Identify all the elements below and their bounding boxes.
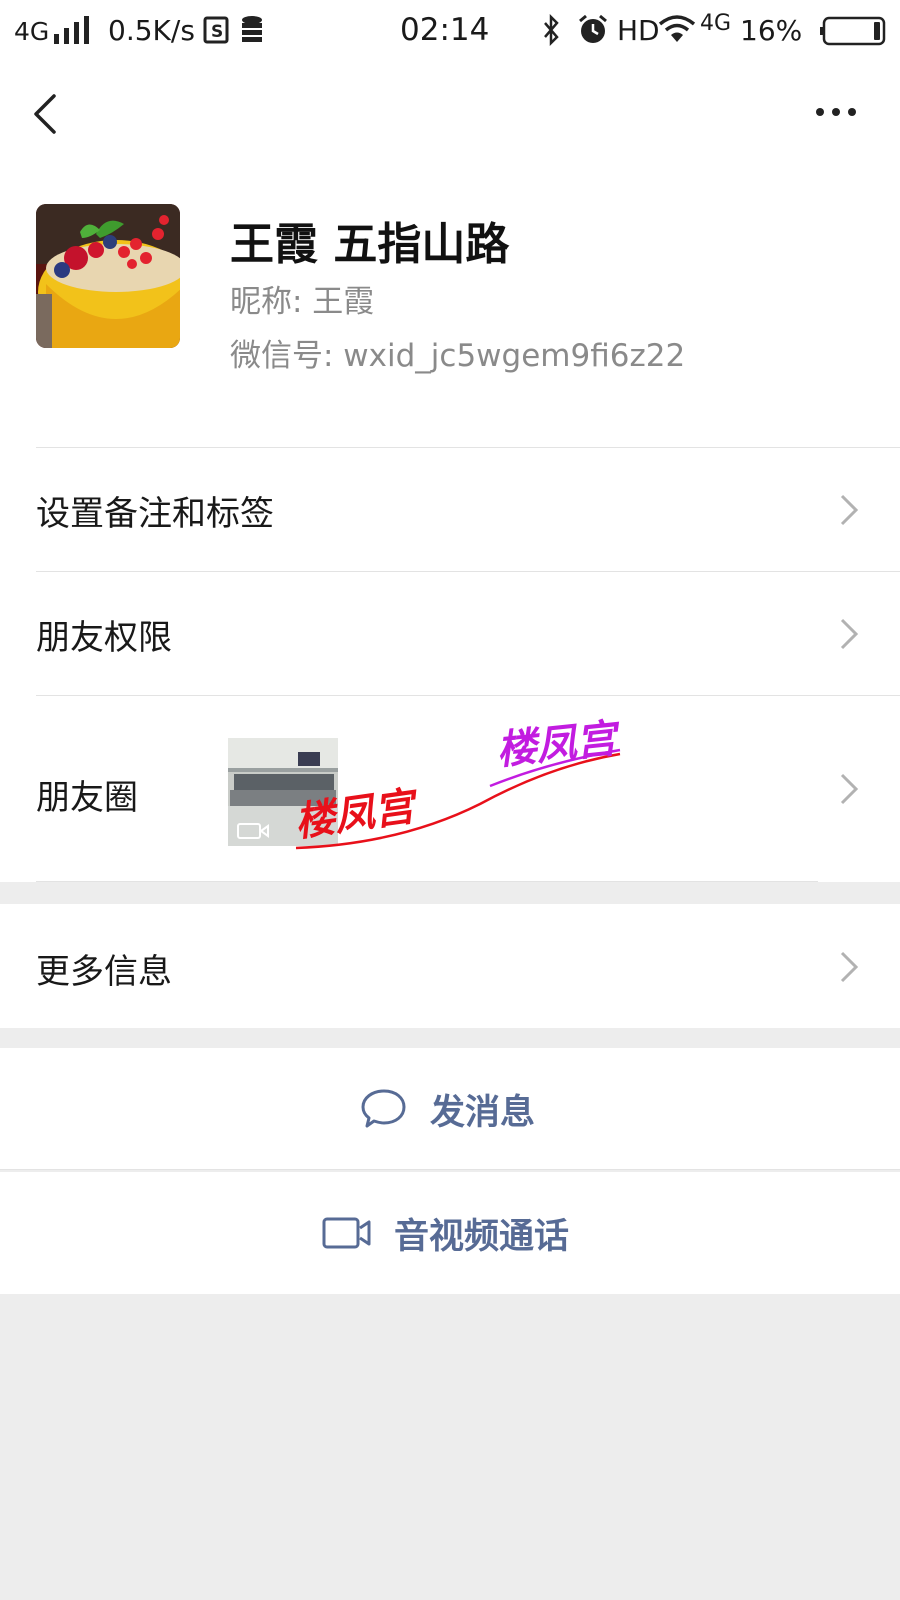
nav-bar <box>0 62 900 172</box>
divider <box>36 881 818 882</box>
battery-percent: 16% <box>740 14 803 47</box>
wechat-id: 微信号: wxid_jc5wgem9fi6z22 <box>230 338 686 374</box>
av-call-label: 音视频通话 <box>394 1216 570 1257</box>
chat-bubble-icon <box>361 1089 406 1128</box>
chevron-right-icon <box>840 951 859 983</box>
row-label: 朋友圈 <box>36 778 138 818</box>
chevron-right-icon <box>840 618 859 650</box>
send-message-label: 发消息 <box>430 1092 536 1133</box>
hd-indicator: HD <box>617 14 660 47</box>
chevron-right-icon <box>840 773 859 805</box>
back-icon[interactable] <box>30 92 60 136</box>
row-label: 更多信息 <box>36 952 172 992</box>
chevron-right-icon <box>840 494 859 526</box>
bluetooth-icon <box>544 14 559 47</box>
clock: 02:14 <box>400 12 490 48</box>
network-type-2: 4G <box>700 11 732 36</box>
av-call-button[interactable]: 音视频通话 <box>0 1172 900 1294</box>
row-label: 朋友权限 <box>36 618 172 658</box>
alarm-icon <box>579 14 607 43</box>
row-more-info[interactable]: 更多信息 <box>0 904 900 1028</box>
row-label: 设置备注和标签 <box>36 494 274 534</box>
network-speed: 0.5K/s <box>108 14 195 47</box>
wifi-icon <box>658 15 696 42</box>
svg-text:S: S <box>211 22 223 42</box>
avatar[interactable] <box>36 204 180 348</box>
status-bar: 4G 0.5K/s S 02:14 HD 4G 16% <box>0 0 900 62</box>
contact-remark-name: 王霞 五指山路 <box>230 219 510 270</box>
nickname: 昵称: 王霞 <box>230 284 375 320</box>
battery-icon <box>820 16 886 46</box>
row-moments[interactable]: 朋友圈 楼凤宫 楼凤宫 <box>0 696 900 882</box>
divider <box>0 1169 900 1170</box>
send-message-button[interactable]: 发消息 <box>0 1048 900 1170</box>
row-remarks-tags[interactable]: 设置备注和标签 <box>0 448 900 572</box>
video-camera-icon <box>322 1217 371 1249</box>
more-icon[interactable] <box>812 104 860 120</box>
network-type: 4G <box>14 17 50 46</box>
signal-icon <box>54 16 89 44</box>
storage-icon <box>242 16 262 42</box>
profile-header: 王霞 五指山路 昵称: 王霞 微信号: wxid_jc5wgem9fi6z22 <box>0 172 900 448</box>
row-friend-permissions[interactable]: 朋友权限 <box>0 572 900 696</box>
sim-icon: S <box>203 16 229 44</box>
